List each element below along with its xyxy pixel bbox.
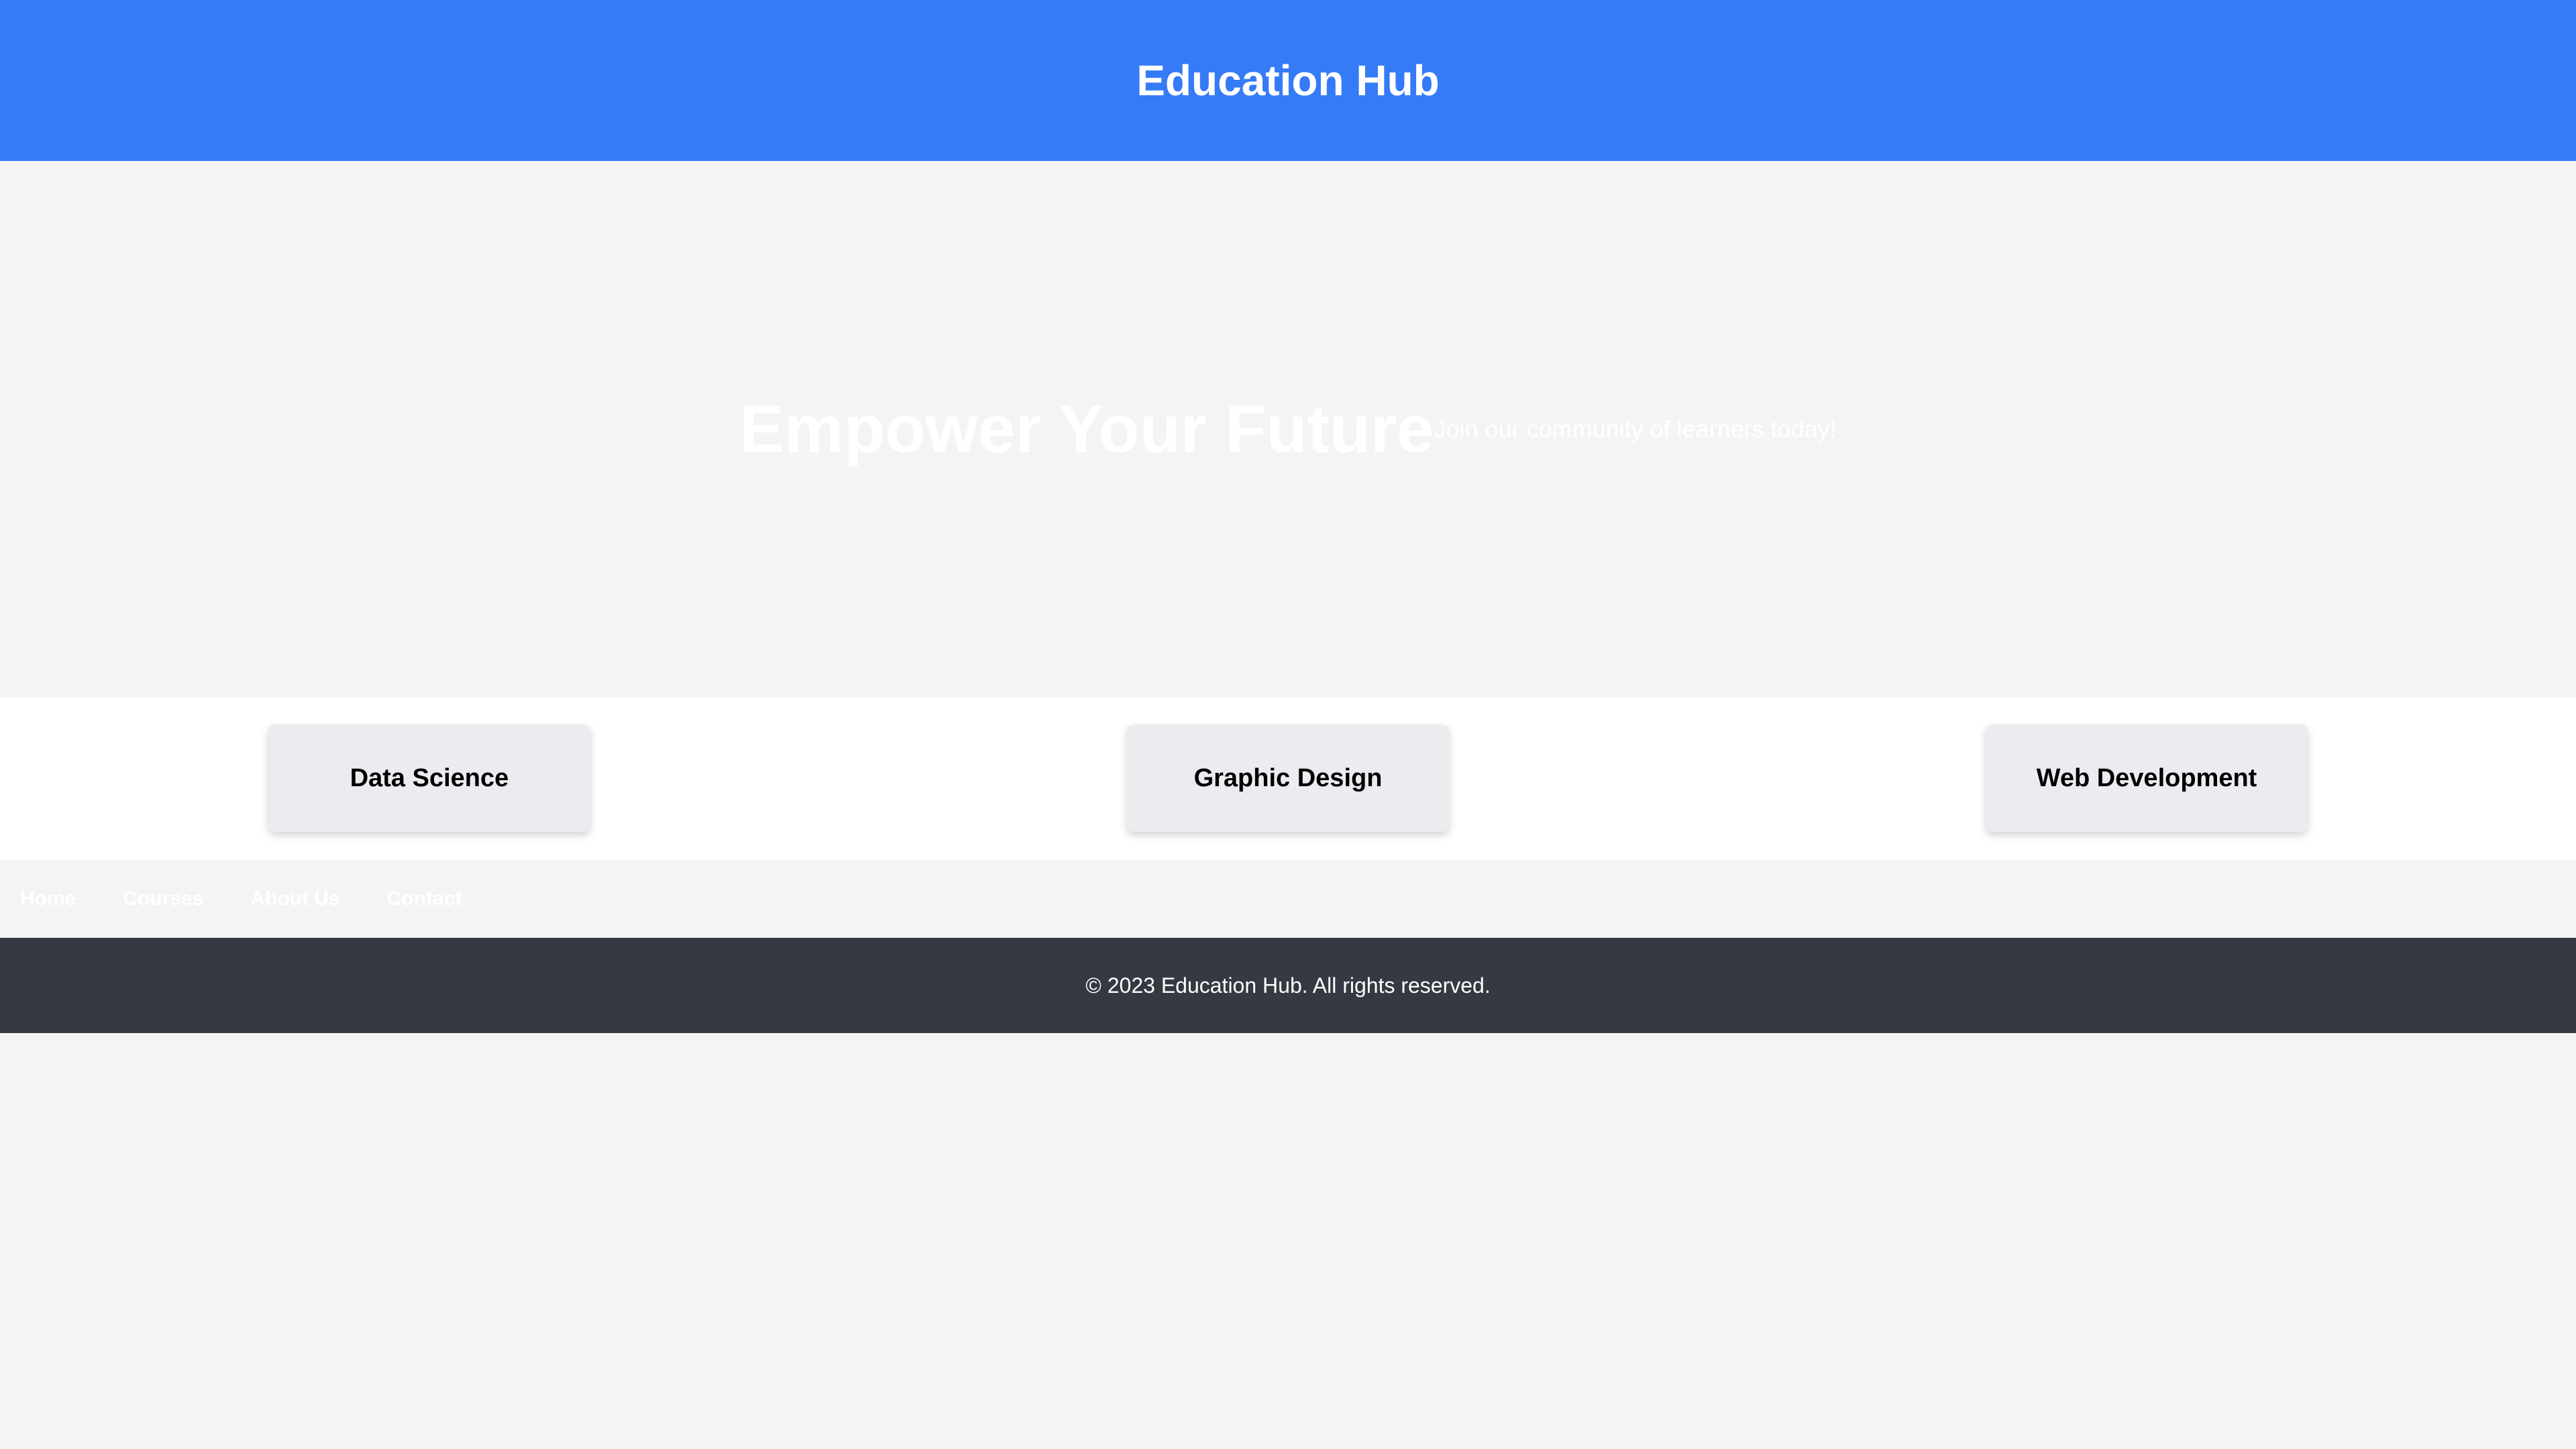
course-title: Web Development — [2036, 763, 2257, 792]
main-nav: Home Courses About Us Contact — [0, 860, 2576, 938]
course-card-data-science[interactable]: Data Science — [268, 724, 590, 832]
hero-subtitle: Join our community of learners today! — [1434, 415, 1837, 443]
nav-item-courses[interactable]: Courses — [123, 888, 203, 910]
course-title: Graphic Design — [1193, 763, 1383, 792]
course-card-web-development[interactable]: Web Development — [1986, 724, 2308, 832]
courses-section: Data Science Graphic Design Web Developm… — [0, 698, 2576, 860]
site-header: Education Hub — [0, 0, 2576, 161]
copyright-text: © 2023 Education Hub. All rights reserve… — [1085, 973, 1491, 998]
nav-item-about-us[interactable]: About Us — [250, 888, 339, 910]
hero-title: Empower Your Future — [739, 392, 1434, 467]
site-title: Education Hub — [1136, 56, 1440, 105]
course-title: Data Science — [350, 763, 509, 792]
hero-section: Empower Your Future Join our community o… — [0, 161, 2576, 698]
nav-item-home[interactable]: Home — [20, 888, 76, 910]
site-footer: © 2023 Education Hub. All rights reserve… — [0, 938, 2576, 1033]
course-card-graphic-design[interactable]: Graphic Design — [1127, 724, 1449, 832]
nav-item-contact[interactable]: Contact — [387, 888, 462, 910]
